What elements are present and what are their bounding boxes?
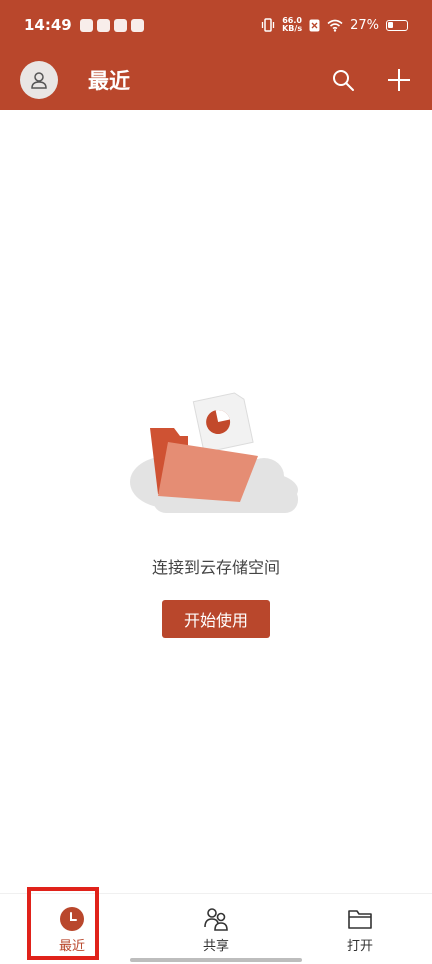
app-bar-actions	[330, 67, 412, 93]
user-avatar-button[interactable]	[20, 61, 58, 99]
vibrate-icon	[261, 18, 275, 32]
nav-item-open[interactable]: 打开	[288, 894, 432, 964]
battery-percent: 27%	[350, 17, 379, 33]
nav-label-shared: 共享	[202, 939, 229, 954]
user-avatar-icon	[31, 72, 47, 89]
notification-app-icon	[79, 18, 93, 32]
app-bar: 最近	[0, 50, 432, 110]
home-indicator[interactable]	[130, 958, 302, 962]
add-button[interactable]	[386, 67, 412, 93]
nav-item-shared[interactable]: 共享	[144, 894, 288, 964]
network-speed: 66.0 KB/s	[282, 17, 302, 33]
people-icon	[203, 906, 229, 932]
folder-icon	[347, 906, 373, 932]
nav-label-open: 打开	[346, 939, 373, 954]
battery-icon	[386, 19, 408, 31]
plus-icon	[388, 69, 410, 91]
search-icon	[333, 70, 354, 91]
clock-icon	[59, 906, 85, 932]
wifi-icon	[327, 19, 343, 32]
notification-app-icon	[96, 18, 110, 32]
page-title: 最近	[88, 69, 130, 93]
network-speed-unit: KB/s	[282, 24, 303, 33]
nav-label-recent: 最近	[58, 939, 85, 954]
top-bar: 14:49 66.0 KB/s 27% 最近	[0, 0, 432, 110]
status-right-group: 66.0 KB/s 27%	[261, 17, 408, 33]
empty-state-message: 连接到云存储空间	[151, 558, 280, 577]
notification-app-icon	[130, 18, 144, 32]
notification-app-icon	[113, 18, 127, 32]
search-button[interactable]	[330, 67, 356, 93]
folder-cloud-illustration	[130, 392, 298, 513]
status-bar: 14:49 66.0 KB/s 27%	[0, 0, 432, 50]
get-started-button[interactable]: 开始使用	[162, 600, 270, 638]
status-notification-icons	[79, 18, 144, 32]
bottom-navigation: 最近 共享 打开	[0, 893, 432, 964]
sim-icon	[309, 19, 320, 31]
nav-item-recent[interactable]: 最近	[0, 894, 144, 964]
status-time: 14:49	[24, 16, 72, 34]
